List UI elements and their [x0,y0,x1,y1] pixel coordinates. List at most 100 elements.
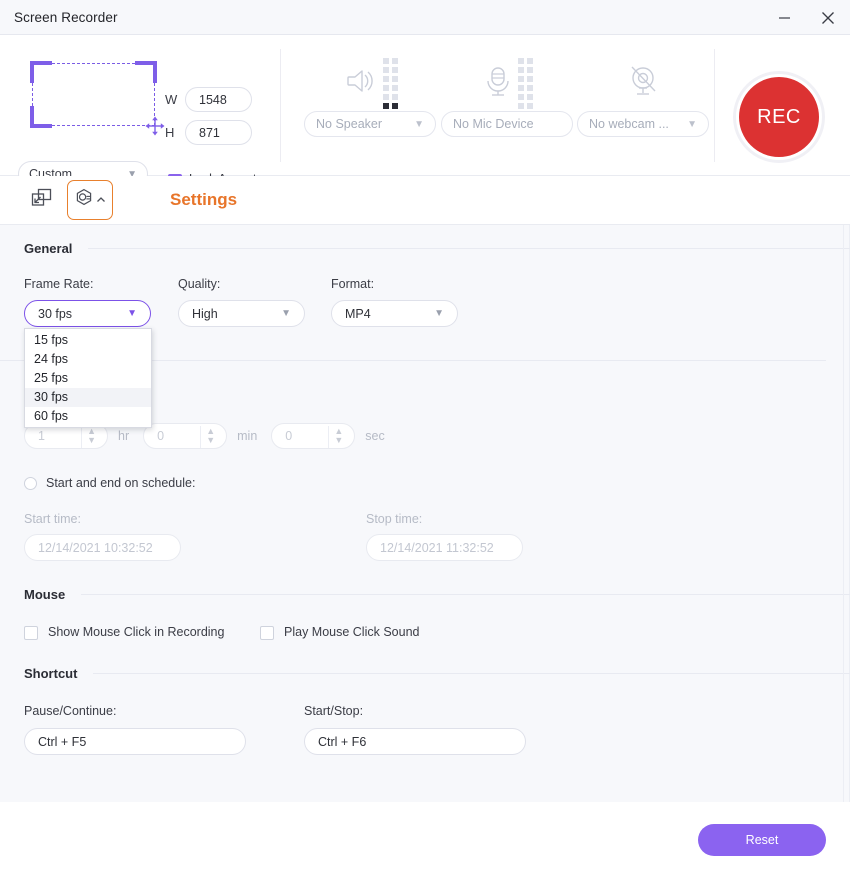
frame-rate-option[interactable]: 60 fps [25,407,151,426]
record-button[interactable]: REC [739,77,819,157]
page-title: Settings [170,190,238,209]
tab-settings[interactable] [67,180,113,220]
chevron-down-icon: ▼ [127,308,137,319]
section-mouse-title: Mouse [24,587,66,602]
frame-rate-value: 30 fps [38,306,73,321]
record-button-ring: REC [733,71,825,163]
pause-continue-label: Pause/Continue: [24,704,117,718]
format-label: Format: [331,277,375,291]
play-click-sound-checkbox[interactable] [260,626,274,640]
screen-capture-icon [31,188,53,213]
capture-region-preview[interactable] [30,61,165,136]
close-button[interactable] [806,0,850,35]
webcam-select[interactable]: No webcam ... ▼ [577,111,709,137]
section-divider [88,248,850,249]
stop-time-label: Stop time: [366,512,423,526]
start-stop-label: Start/Stop: [304,704,364,718]
microphone-select[interactable]: No Mic Device [441,111,573,137]
height-row: H 871 [165,120,252,145]
window-title: Screen Recorder [14,9,118,25]
show-mouse-click-checkbox[interactable] [24,626,38,640]
play-click-sound-row[interactable]: Play Mouse Click Sound [260,624,419,640]
play-click-sound-label: Play Mouse Click Sound [284,625,420,639]
frame-rate-option-selected[interactable]: 30 fps [25,388,151,407]
microphone-icon[interactable] [482,64,514,103]
microphone-select-value: No Mic Device [453,117,534,131]
frame-rate-option[interactable]: 24 fps [25,350,151,369]
frame-rate-dropdown-list[interactable]: 15 fps 24 fps 25 fps 30 fps 60 fps [24,328,152,428]
start-stop-input[interactable]: Ctrl + F6 [304,728,526,755]
show-mouse-click-row[interactable]: Show Mouse Click in Recording [24,624,224,640]
height-input[interactable]: 871 [185,120,252,145]
hours-unit: hr [118,429,130,443]
frame-rate-option[interactable]: 25 fps [25,369,151,388]
section-general: General [24,241,850,256]
quality-value: High [192,306,218,321]
chevron-down-icon: ▼ [414,118,424,130]
start-time-input[interactable]: 12/14/2021 10:32:52 [24,534,181,561]
quality-select[interactable]: High ▼ [178,300,305,327]
section-mouse: Mouse [24,587,850,602]
seconds-value: 0 [285,429,293,443]
section-divider [81,594,850,595]
on-schedule-radio[interactable] [24,476,37,490]
pause-continue-input[interactable]: Ctrl + F5 [24,728,246,755]
capture-region-section: Custom ▼ W 1548 H 871 Lock Aspect Ratio [0,35,280,200]
width-label: W [165,92,178,107]
stop-time-input[interactable]: 12/14/2021 11:32:52 [366,534,523,561]
webcam-select-value: No webcam ... [589,117,669,131]
microphone-device: No Mic Device [441,55,573,137]
frame-rate-option[interactable]: 15 fps [25,331,151,350]
webcam-device: No webcam ... ▼ [577,55,709,137]
minimize-button[interactable] [762,0,806,35]
on-schedule-label: Start and end on schedule: [46,476,196,490]
gear-settings-icon [74,188,94,213]
seconds-arrows-icon[interactable]: ▲ ▼ [334,427,343,445]
seconds-unit: sec [365,429,385,443]
format-select[interactable]: MP4 ▼ [331,300,458,327]
region-corner-bottom-left [30,106,52,128]
hours-value: 1 [38,429,45,443]
height-label: H [165,125,175,140]
microphone-level-meter [517,57,533,109]
frame-rate-select[interactable]: 30 fps ▼ [24,300,151,327]
section-shortcut: Shortcut [24,666,850,681]
width-input[interactable]: 1548 [185,87,252,112]
region-corner-top-right [135,61,157,83]
record-button-wrap: REC [733,71,825,163]
speaker-select[interactable]: No Speaker ▼ [304,111,436,137]
section-shortcut-title: Shortcut [24,666,78,681]
speaker-select-value: No Speaker [316,117,383,131]
chevron-down-icon: ▼ [687,118,697,130]
move-arrows-icon[interactable] [144,115,166,137]
speaker-level-meter [382,57,398,109]
speaker-device: No Speaker ▼ [304,55,436,137]
section-general-title: General [24,241,73,256]
on-schedule-row[interactable]: Start and end on schedule: [24,476,195,490]
title-bar: Screen Recorder [0,0,850,35]
webcam-off-icon[interactable] [626,64,660,103]
minutes-arrows-icon[interactable]: ▲ ▼ [206,427,215,445]
dimension-fields: W 1548 H 871 [165,87,252,153]
settings-content: General Frame Rate: 30 fps ▼ Quality: Hi… [0,225,850,802]
panel-divider-1 [280,49,281,162]
hours-arrows-icon[interactable]: ▲ ▼ [87,427,96,445]
tab-capture[interactable] [22,183,62,217]
show-mouse-click-label: Show Mouse Click in Recording [48,625,225,639]
content-right-border [843,225,844,802]
format-value: MP4 [345,306,371,321]
reset-button[interactable]: Reset [698,824,826,856]
frame-rate-label: Frame Rate: [24,277,94,291]
footer-bar: Reset [0,802,850,871]
speaker-icon[interactable] [343,64,379,103]
minutes-value: 0 [157,429,165,443]
chevron-down-icon: ▼ [434,308,444,319]
minutes-stepper[interactable]: 0 ▲ ▼ [143,423,228,449]
width-row: W 1548 [165,87,252,112]
microphone-icon-row [441,55,573,111]
minutes-unit: min [237,429,258,443]
device-selectors: No Speaker ▼ No Mic Device No webcam ...… [300,35,715,176]
screen-recorder-window: Screen Recorder Custom ▼ W 1548 H 871 No… [0,0,850,871]
chevron-up-icon [96,191,106,209]
seconds-stepper[interactable]: 0 ▲ ▼ [271,423,356,449]
